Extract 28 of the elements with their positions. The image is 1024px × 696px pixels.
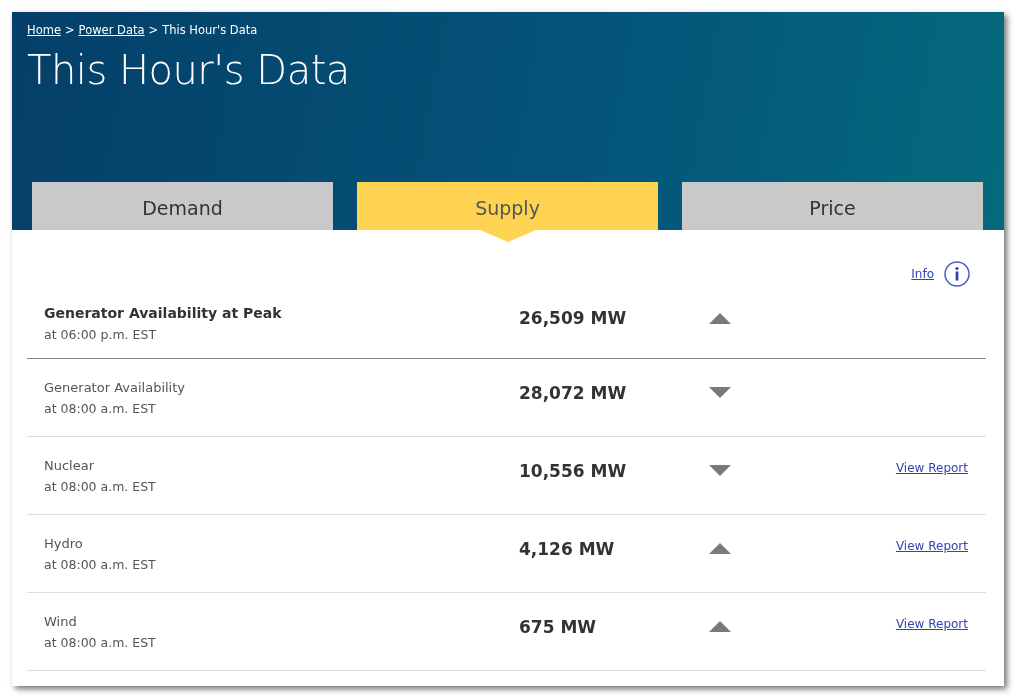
breadcrumb-link[interactable]: Power Data bbox=[78, 23, 145, 37]
metric-value: 26,509 MW bbox=[519, 308, 628, 328]
view-report-link[interactable]: View Report bbox=[895, 460, 968, 475]
metric-time: at 08:00 a.m. EST bbox=[44, 556, 157, 572]
breadcrumb-link[interactable]: Home bbox=[27, 23, 61, 37]
info-link[interactable]: Info bbox=[911, 267, 934, 281]
breadcrumb-separator: > bbox=[148, 23, 159, 37]
metric-time: at 08:00 a.m. EST bbox=[44, 400, 157, 416]
page-title: This Hour's Data bbox=[27, 47, 351, 93]
metric-time: at 06:00 p.m. EST bbox=[44, 326, 158, 342]
metric-name: Hydro bbox=[44, 535, 84, 551]
metric-value: 10,556 MW bbox=[519, 460, 628, 481]
metric-value: 28,072 MW bbox=[519, 382, 628, 403]
tab[interactable]: Price bbox=[682, 182, 983, 230]
view-report-link[interactable]: View Report bbox=[895, 616, 968, 631]
metric-value: 4,126 MW bbox=[519, 538, 616, 559]
view-report-link[interactable]: View Report bbox=[895, 538, 968, 553]
info-icon[interactable] bbox=[944, 261, 970, 287]
tab[interactable]: Demand bbox=[32, 182, 333, 230]
metric-name: Generator Availability bbox=[44, 379, 186, 395]
metric-time: at 08:00 a.m. EST bbox=[44, 634, 157, 650]
metric-name: Generator Availability at Peak bbox=[44, 304, 283, 321]
breadcrumb-separator: > bbox=[64, 23, 75, 37]
metric-value: 675 MW bbox=[519, 616, 598, 637]
metric-name: Wind bbox=[44, 613, 78, 629]
metric-name: Nuclear bbox=[44, 457, 96, 473]
breadcrumb-current: This Hour's Data bbox=[162, 23, 258, 37]
metric-time: at 08:00 a.m. EST bbox=[44, 478, 157, 494]
